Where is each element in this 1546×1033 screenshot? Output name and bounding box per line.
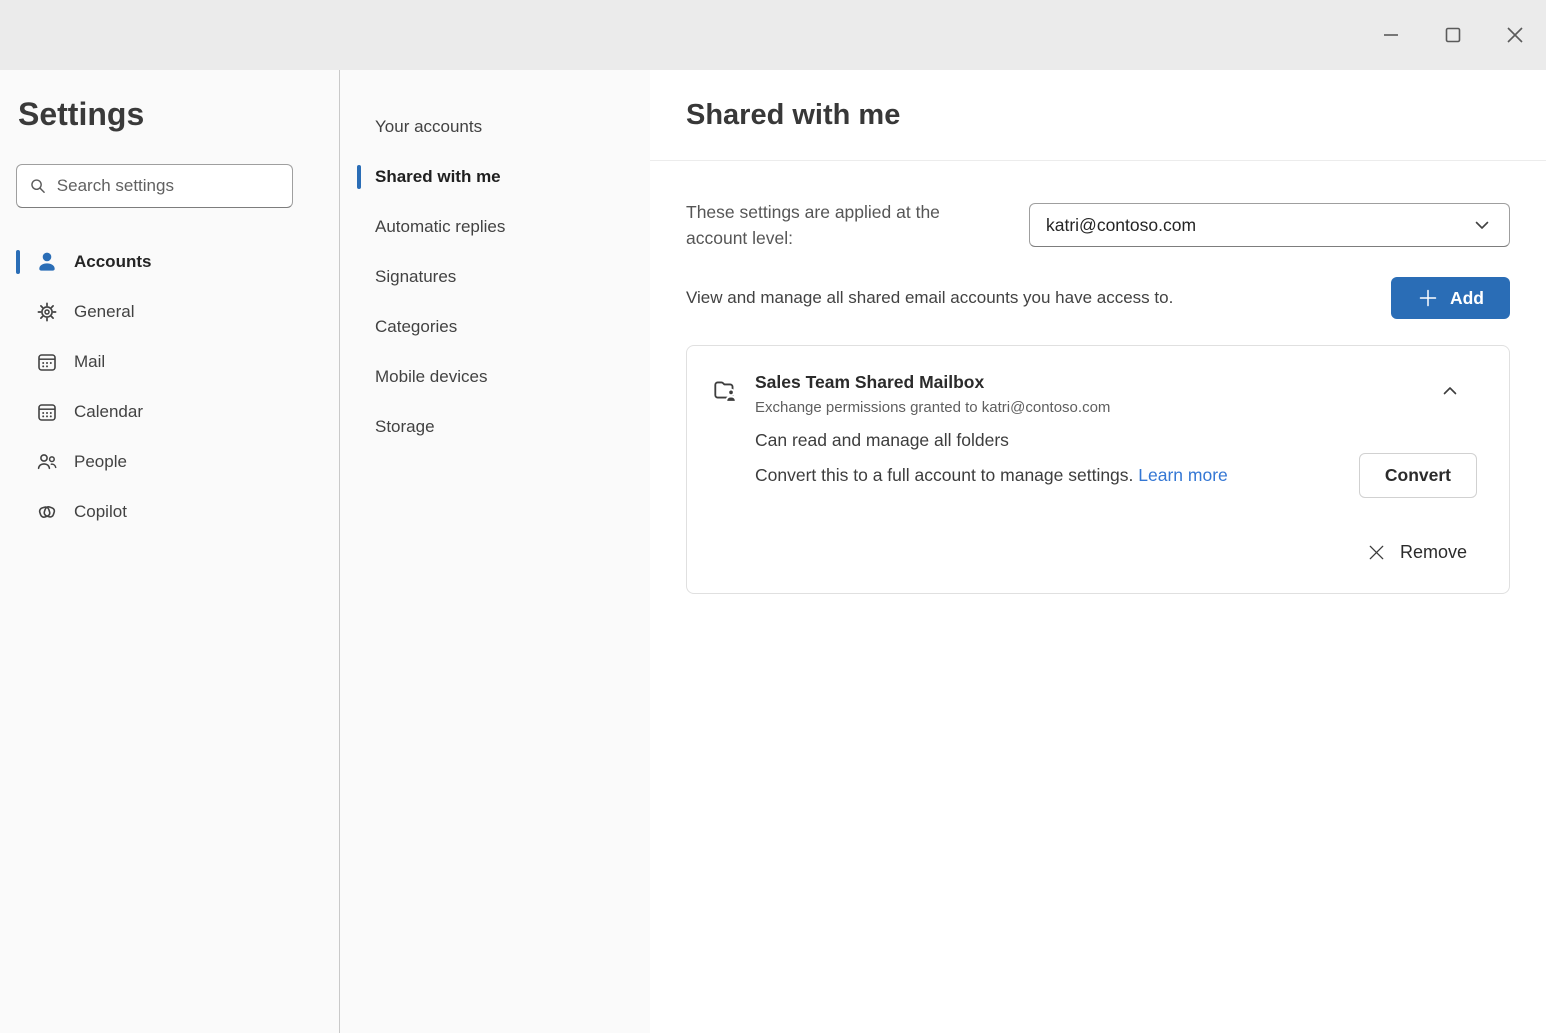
collapse-card-button[interactable]	[1439, 380, 1461, 402]
x-icon	[1366, 542, 1387, 563]
subnav-item-your-accounts[interactable]: Your accounts	[340, 102, 650, 152]
page-title: Settings	[18, 96, 339, 133]
account-level-row: These settings are applied at the accoun…	[686, 199, 1510, 251]
subnav-item-categories[interactable]: Categories	[340, 302, 650, 352]
sidebar-item-label: Accounts	[74, 252, 151, 272]
sidebar-item-mail[interactable]: Mail	[16, 337, 339, 387]
pane-header: Shared with me	[650, 70, 1546, 161]
search-box[interactable]	[16, 164, 293, 208]
subnav-item-label: Signatures	[375, 267, 456, 287]
convert-row: Convert this to a full account to manage…	[755, 453, 1485, 498]
shared-folder-icon	[711, 376, 739, 404]
pane-title: Shared with me	[686, 99, 900, 132]
settings-window: Settings Accounts	[0, 70, 1546, 1033]
people-icon	[36, 451, 58, 473]
selected-indicator	[16, 250, 20, 274]
gear-icon	[36, 301, 58, 323]
sidebar-item-label: General	[74, 302, 134, 322]
permission-text: Can read and manage all folders	[755, 430, 1485, 451]
convert-button[interactable]: Convert	[1359, 453, 1477, 498]
subnav-item-label: Storage	[375, 417, 435, 437]
subnav-item-label: Your accounts	[375, 117, 482, 137]
subnav-item-label: Mobile devices	[375, 367, 487, 387]
subnav-item-shared-with-me[interactable]: Shared with me	[340, 152, 650, 202]
account-dropdown-value: katri@contoso.com	[1046, 215, 1196, 236]
subnav-item-label: Categories	[375, 317, 457, 337]
account-level-label: These settings are applied at the accoun…	[686, 199, 971, 251]
shared-with-me-pane: Shared with me These settings are applie…	[650, 70, 1546, 1033]
plus-icon	[1417, 287, 1439, 309]
mailbox-card-header: Sales Team Shared Mailbox Exchange permi…	[711, 372, 1485, 416]
sidebar-item-accounts[interactable]: Accounts	[16, 237, 339, 287]
shared-mailbox-card: Sales Team Shared Mailbox Exchange permi…	[686, 345, 1510, 594]
copilot-icon	[36, 501, 58, 523]
mailbox-card-titles: Sales Team Shared Mailbox Exchange permi…	[755, 372, 1439, 416]
subnav-item-storage[interactable]: Storage	[340, 402, 650, 452]
selected-indicator	[357, 165, 361, 189]
mailbox-subtitle: Exchange permissions granted to katri@co…	[755, 399, 1439, 416]
maximize-button[interactable]	[1430, 12, 1476, 58]
remove-label: Remove	[1400, 542, 1467, 563]
person-icon	[36, 251, 58, 273]
shared-accounts-description: View and manage all shared email account…	[686, 288, 1173, 308]
convert-text: Convert this to a full account to manage…	[755, 465, 1228, 486]
sidebar-item-label: People	[74, 452, 127, 472]
mail-icon	[36, 351, 58, 373]
subnav-item-automatic-replies[interactable]: Automatic replies	[340, 202, 650, 252]
remove-button[interactable]: Remove	[711, 542, 1485, 563]
subnav-item-label: Shared with me	[375, 167, 501, 187]
learn-more-link[interactable]: Learn more	[1138, 465, 1228, 485]
calendar-icon	[36, 401, 58, 423]
maximize-icon	[1443, 25, 1463, 45]
sidebar-item-general[interactable]: General	[16, 287, 339, 337]
sidebar-item-label: Copilot	[74, 502, 127, 522]
account-dropdown[interactable]: katri@contoso.com	[1029, 203, 1510, 247]
minimize-icon	[1381, 25, 1401, 45]
sidebar-item-label: Calendar	[74, 402, 143, 422]
chevron-up-icon	[1439, 380, 1461, 402]
subnav-item-signatures[interactable]: Signatures	[340, 252, 650, 302]
add-button[interactable]: Add	[1391, 277, 1510, 319]
description-row: View and manage all shared email account…	[686, 277, 1510, 319]
close-button[interactable]	[1492, 12, 1538, 58]
sidebar-item-copilot[interactable]: Copilot	[16, 487, 339, 537]
window-titlebar	[0, 0, 1546, 70]
minimize-button[interactable]	[1368, 12, 1414, 58]
subnav-item-label: Automatic replies	[375, 217, 505, 237]
mailbox-title: Sales Team Shared Mailbox	[755, 372, 1439, 393]
sidebar-item-people[interactable]: People	[16, 437, 339, 487]
chevron-down-icon	[1471, 214, 1493, 236]
sidebar-item-calendar[interactable]: Calendar	[16, 387, 339, 437]
close-icon	[1505, 25, 1525, 45]
accounts-subnav: Your accounts Shared with me Automatic r…	[340, 70, 650, 1033]
sidebar-item-label: Mail	[74, 352, 105, 372]
subnav-item-mobile-devices[interactable]: Mobile devices	[340, 352, 650, 402]
search-input[interactable]	[57, 176, 280, 196]
settings-sidebar: Settings Accounts	[0, 70, 340, 1033]
search-icon	[29, 176, 47, 196]
sidebar-nav: Accounts General	[16, 237, 339, 537]
convert-text-body: Convert this to a full account to manage…	[755, 465, 1138, 485]
add-button-label: Add	[1450, 288, 1484, 309]
